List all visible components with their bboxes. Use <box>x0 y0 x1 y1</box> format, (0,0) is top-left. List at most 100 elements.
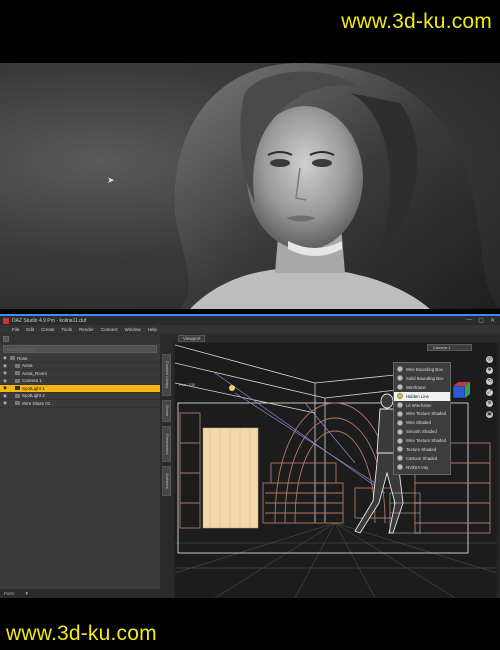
wire-shaded-icon <box>397 419 403 426</box>
scene-item-spotlight-1[interactable]: ◉ SpotLight 1 <box>0 385 160 393</box>
parts-dropdown[interactable]: Parts <box>4 591 15 596</box>
draw-style-texture-shaded[interactable]: Texture Shaded <box>394 445 450 454</box>
wire-bounding-box-icon <box>397 366 403 373</box>
maximize-button[interactable]: ▢ <box>478 317 484 324</box>
visibility-eye-icon[interactable]: ◉ <box>3 400 8 406</box>
visibility-eye-icon[interactable]: ◉ <box>3 370 8 376</box>
draw-style-wire-shaded[interactable]: Wire Shaded <box>394 418 450 427</box>
draw-style-label: NVIDIA Iray <box>406 464 429 470</box>
tab-content-library[interactable]: Content Library <box>162 354 171 396</box>
draw-style-hidden-line[interactable]: Hidden Line <box>394 391 450 401</box>
visibility-eye-icon[interactable]: ◉ <box>3 355 8 361</box>
window-title: DAZ Studio 4.9 Pro - kolina11.duf <box>12 317 87 324</box>
side-tab-strip: Content Library Scene Parameters Surface… <box>160 334 173 598</box>
menu-create[interactable]: Create <box>41 327 55 332</box>
visibility-eye-icon[interactable]: ◉ <box>3 393 8 399</box>
watermark-top: www.3d-ku.com <box>341 10 492 33</box>
prop-icon <box>15 371 20 376</box>
3d-viewport[interactable]: Pan: 130 Camera 1 Wire Bounding Box Soli… <box>175 343 497 598</box>
iray-icon <box>397 464 403 471</box>
close-button[interactable]: ✕ <box>490 317 495 324</box>
wire-texture-shaded-icon <box>397 437 403 444</box>
scene-search-box[interactable] <box>3 345 157 353</box>
orientation-cube-icon[interactable] <box>450 381 470 401</box>
daz-app-icon <box>3 317 9 324</box>
draw-style-label: Cartoon Shaded <box>406 455 438 461</box>
scene-item-anna[interactable]: ◉ Anna <box>0 363 160 370</box>
node-icon <box>10 356 15 361</box>
tab-surfaces[interactable]: Surfaces <box>162 466 171 496</box>
scene-item-wire-glass[interactable]: ◉ Wire Glass 01 <box>0 400 160 408</box>
camera-selector-dropdown[interactable]: Camera 1 <box>427 344 472 351</box>
scene-item-label: Rose <box>17 355 28 361</box>
draw-style-lit-wireframe[interactable]: Lit Wireframe <box>394 401 450 410</box>
draw-style-solid-bounding-box[interactable]: Solid Bounding Box <box>394 374 450 383</box>
scene-item-label: SpotLight 1 <box>22 385 45 391</box>
scene-item-label: Camera 1 <box>22 378 42 384</box>
scene-tree: ◉ Rose ◉ Anna ◉ Anna_Room ◉ Camera 1 ◉ S… <box>0 355 160 408</box>
menu-file[interactable]: File <box>12 327 19 332</box>
pan-icon[interactable]: ✥ <box>486 367 493 374</box>
menu-tools[interactable]: Tools <box>62 327 73 332</box>
scene-search-input[interactable] <box>7 346 156 352</box>
wire-texture-shaded-icon <box>397 410 403 417</box>
scene-options-icon[interactable] <box>3 336 9 342</box>
zoom-icon[interactable]: ⊕ <box>486 400 493 407</box>
draw-style-label: Wire Bounding Box <box>406 366 443 372</box>
chevron-down-icon[interactable]: ▼ <box>25 591 29 596</box>
draw-style-wireframe[interactable]: Wireframe <box>394 383 450 392</box>
draw-style-label: Solid Bounding Box <box>406 375 444 381</box>
mouse-cursor-icon: ➤ <box>107 175 115 185</box>
viewport-navigation-controls: ◎ ✥ ⟲ ⤢ ⊕ ▣ <box>486 356 494 418</box>
menu-window[interactable]: Window <box>125 327 141 332</box>
viewport-pane: Viewport Pan: 130 Camera 1 Wire Bounding… <box>173 334 500 598</box>
rotate-icon[interactable]: ⟲ <box>486 378 493 385</box>
draw-style-label: Wireframe <box>406 384 426 390</box>
tab-viewport[interactable]: Viewport <box>178 335 206 342</box>
scene-item-anna-room[interactable]: ◉ Anna_Room <box>0 370 160 378</box>
tab-parameters[interactable]: Parameters <box>162 426 171 462</box>
minimize-button[interactable]: — <box>466 317 472 324</box>
scene-status-bar: Parts ▼ <box>0 589 160 598</box>
viewport-tab-bar: Viewport <box>173 334 500 342</box>
draw-style-label: Hidden Line <box>406 393 429 399</box>
title-bar: DAZ Studio 4.9 Pro - kolina11.duf — ▢ ✕ <box>0 316 500 325</box>
frame-icon[interactable]: ⤢ <box>486 389 493 396</box>
draw-style-wire-texture-shaded[interactable]: Wire Texture Shaded <box>394 409 450 418</box>
draw-style-cartoon-shaded[interactable]: Cartoon Shaded <box>394 454 450 463</box>
lit-wireframe-icon <box>397 402 403 408</box>
daz-studio-window: DAZ Studio 4.9 Pro - kolina11.duf — ▢ ✕ … <box>0 314 500 598</box>
scene-item-rose[interactable]: ◉ Rose <box>0 355 160 363</box>
scene-item-spotlight-2[interactable]: ◉ SpotLight 2 <box>0 393 160 400</box>
smooth-shaded-icon <box>397 428 403 435</box>
tab-scene[interactable]: Scene <box>162 400 171 422</box>
draw-style-wire-texture-shaded-2[interactable]: Wire Texture Shaded <box>394 436 450 445</box>
texture-shaded-icon <box>397 446 403 453</box>
menu-connect[interactable]: Connect <box>101 327 118 332</box>
menu-edit[interactable]: Edit <box>26 327 34 332</box>
portrait-render <box>174 63 500 309</box>
visibility-eye-icon[interactable]: ◉ <box>3 363 8 369</box>
draw-style-label: Wire Texture Shaded <box>406 411 447 417</box>
prop-icon <box>15 401 20 406</box>
scene-panel: ◉ Rose ◉ Anna ◉ Anna_Room ◉ Camera 1 ◉ <box>0 334 160 598</box>
cartoon-shaded-icon <box>397 455 403 462</box>
scene-item-label: Anna_Room <box>22 370 48 376</box>
aux-view-icon[interactable]: ▣ <box>486 411 493 418</box>
draw-style-label: Smooth Shaded <box>406 429 437 435</box>
orbit-icon[interactable]: ◎ <box>486 356 493 363</box>
render-preview-image: ➤ <box>0 63 500 309</box>
scene-item-camera-1[interactable]: ◉ Camera 1 <box>0 378 160 385</box>
menu-render[interactable]: Render <box>79 327 94 332</box>
draw-style-nvidia-iray[interactable]: NVIDIA Iray <box>394 463 450 472</box>
draw-style-smooth-shaded[interactable]: Smooth Shaded <box>394 427 450 436</box>
menu-help[interactable]: Help <box>148 327 157 332</box>
visibility-eye-icon[interactable]: ◉ <box>3 378 8 384</box>
spotlight-icon <box>15 386 20 391</box>
visibility-eye-icon[interactable]: ◉ <box>3 385 8 391</box>
draw-style-label: Wire Texture Shaded <box>406 438 447 444</box>
menu-bar: File Edit Create Tools Render Connect Wi… <box>0 325 500 333</box>
draw-style-wire-bounding-box[interactable]: Wire Bounding Box <box>394 365 450 374</box>
scene-item-label: SpotLight 2 <box>22 393 45 399</box>
draw-style-label: Wire Shaded <box>406 420 431 426</box>
